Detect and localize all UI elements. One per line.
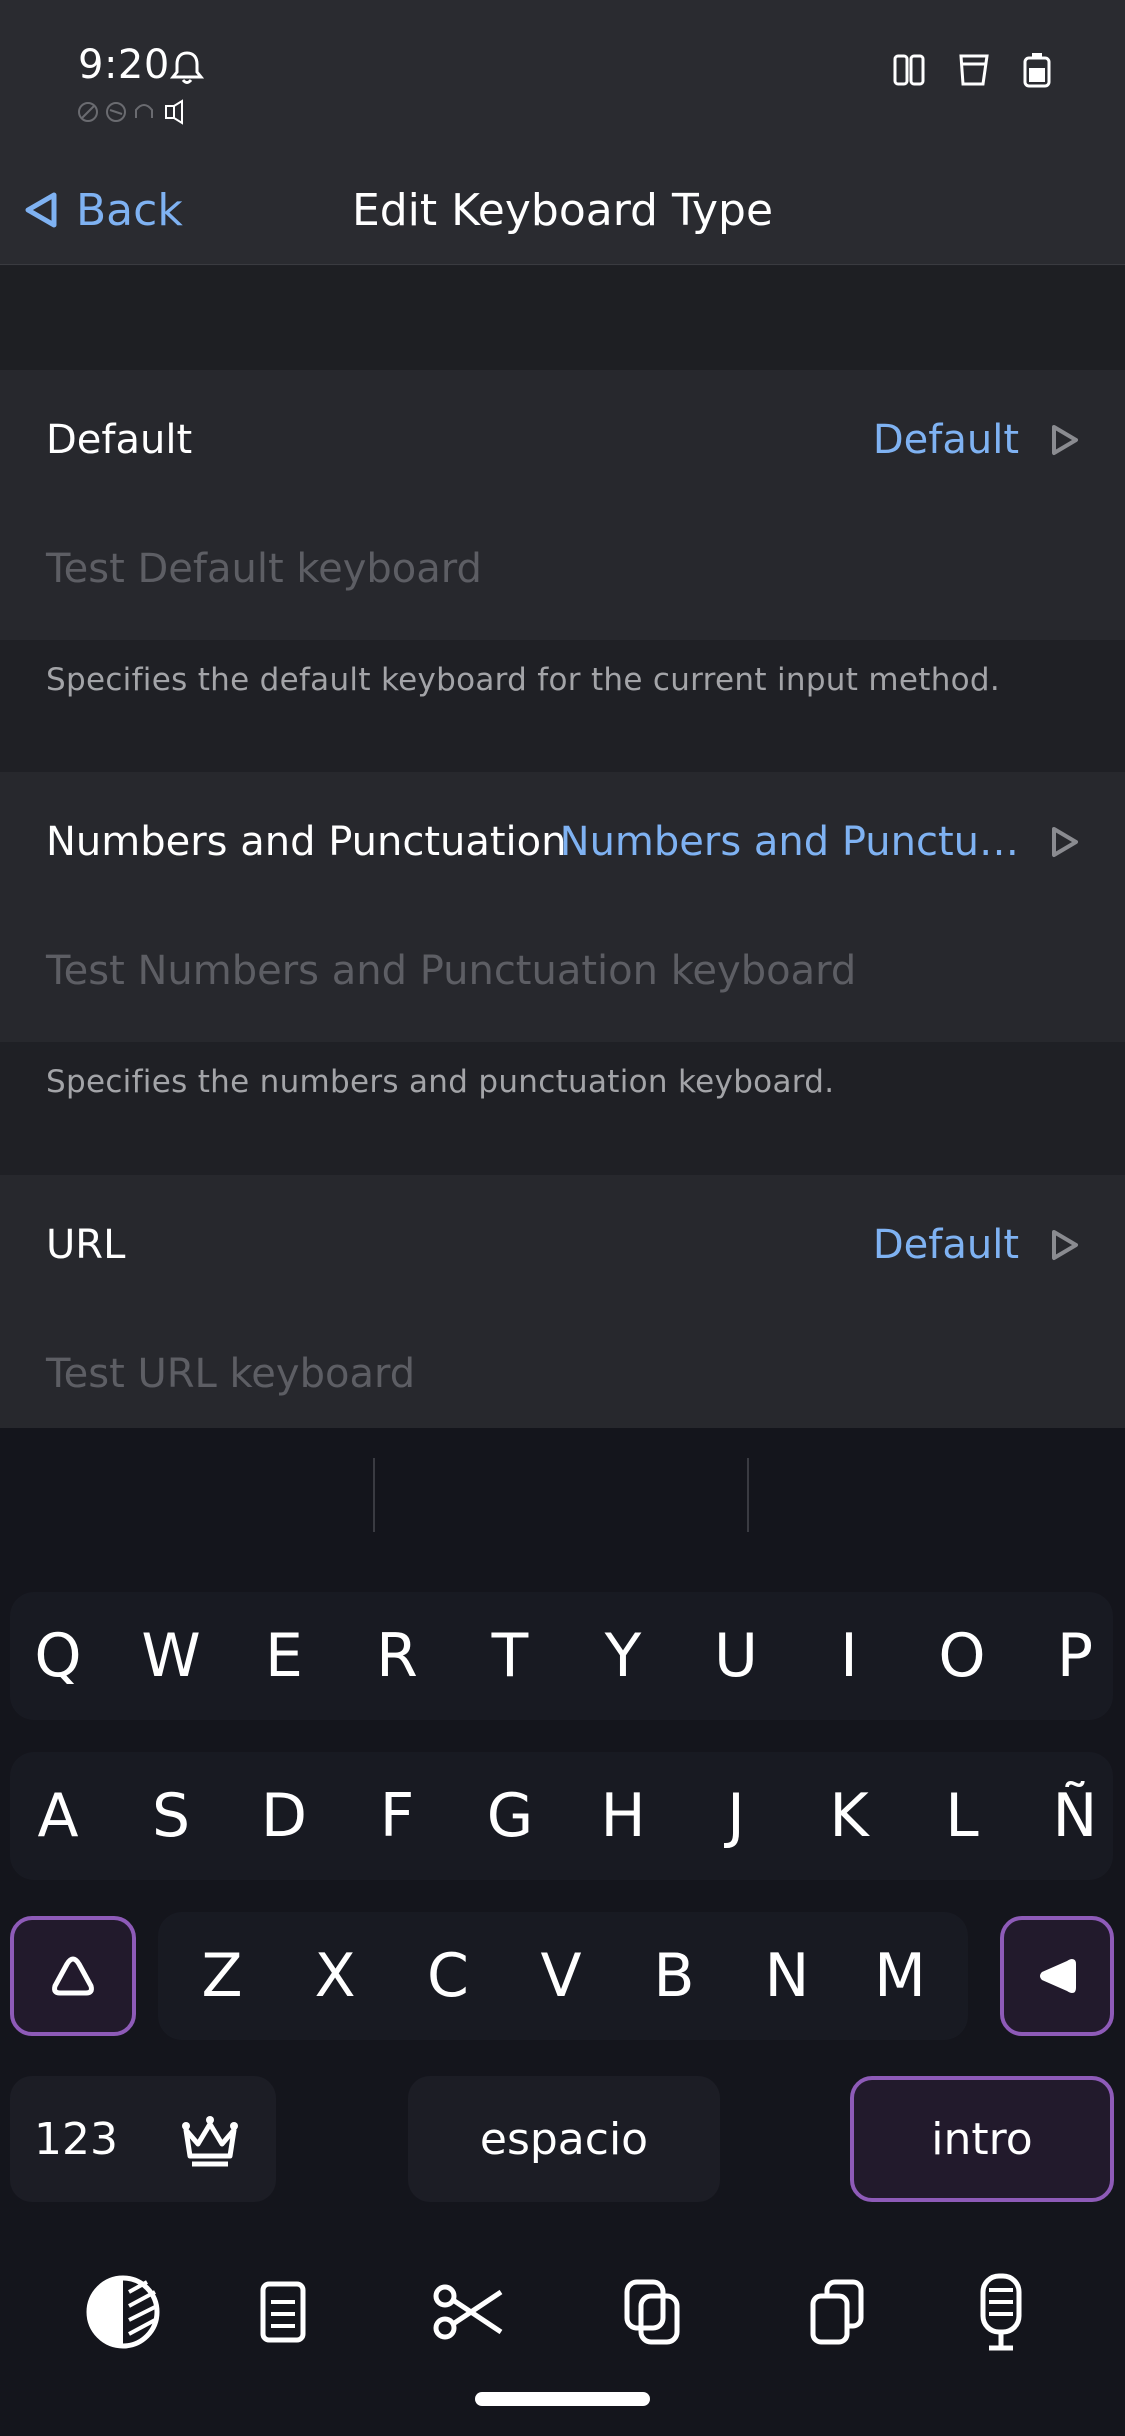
screen-rotate-icon (893, 54, 925, 86)
theme-button[interactable] (78, 2262, 168, 2362)
chevron-right-icon (1052, 1230, 1078, 1260)
clipboard-button[interactable] (238, 2262, 328, 2362)
key-row1-3[interactable]: R (341, 1596, 453, 1716)
section-url: URL Default Test URL keyboard (0, 1175, 1125, 1428)
backspace-icon (1040, 1959, 1076, 1993)
key-row1-7[interactable]: I (793, 1596, 905, 1716)
keyboard-type-row-numbers[interactable]: Numbers and Punctuation Numbers and Punc… (0, 772, 1125, 912)
key-row1-8[interactable]: O (906, 1596, 1018, 1716)
section-numbers-punctuation: Numbers and Punctuation Numbers and Punc… (0, 772, 1125, 1042)
status-right-icons (891, 50, 1055, 90)
test-input-url[interactable]: Test URL keyboard (46, 1351, 415, 1397)
enter-key[interactable]: intro (850, 2076, 1114, 2202)
key-row1-4[interactable]: T (454, 1596, 566, 1716)
test-input-numbers[interactable]: Test Numbers and Punctuation keyboard (46, 948, 856, 994)
key-row2-1[interactable]: S (115, 1756, 227, 1876)
status-notification-icons (78, 99, 183, 125)
status-time: 9:20 (78, 42, 170, 88)
battery-icon (1023, 53, 1051, 88)
key-row1-1[interactable]: W (115, 1596, 227, 1716)
paste-button[interactable] (792, 2262, 882, 2362)
shift-key[interactable] (10, 1916, 136, 2036)
key-row3-4[interactable]: B (618, 1916, 730, 2036)
space-key[interactable]: espacio (408, 2076, 720, 2202)
row-label: Numbers and Punctuation (46, 819, 567, 865)
space-key-label: espacio (479, 2113, 649, 2165)
back-button[interactable]: Back (22, 170, 183, 250)
cut-button[interactable] (424, 2262, 514, 2362)
key-row3-3[interactable]: V (505, 1916, 617, 2036)
top-spacer (0, 266, 1125, 370)
section-description-numbers: Specifies the numbers and punctuation ke… (46, 1064, 835, 1100)
chevron-right-icon (1052, 827, 1078, 857)
paste-icon (810, 2279, 864, 2345)
key-row1-2[interactable]: E (228, 1596, 340, 1716)
suggestion-divider (747, 1458, 749, 1532)
enter-key-label: intro (931, 2113, 1033, 2165)
cut-icon (433, 2284, 503, 2340)
row-label: URL (46, 1222, 126, 1268)
microphone-icon (980, 2273, 1022, 2351)
numbers-key-label: 123 (34, 2113, 118, 2165)
section-default: Default Default Test Default keyboard (0, 370, 1125, 640)
suggestion-divider (373, 1458, 375, 1532)
home-indicator[interactable] (475, 2392, 650, 2406)
row-value: Default (872, 417, 1019, 463)
theme-icon (86, 2275, 160, 2349)
key-row2-5[interactable]: H (567, 1756, 679, 1876)
key-row2-6[interactable]: J (680, 1756, 792, 1876)
key-row2-2[interactable]: D (228, 1756, 340, 1876)
back-label: Back (76, 184, 183, 236)
key-row2-9[interactable]: Ñ (1019, 1756, 1125, 1876)
key-row2-8[interactable]: L (906, 1756, 1018, 1876)
copy-button[interactable] (608, 2262, 698, 2362)
numbers-key[interactable]: 123 (10, 2076, 276, 2202)
shift-icon (52, 1956, 94, 1996)
navigation-bar: Edit Keyboard Type Back (0, 160, 1125, 265)
cup-icon (959, 54, 989, 86)
clipboard-icon (260, 2281, 306, 2343)
bell-icon (170, 51, 204, 84)
key-row2-4[interactable]: G (454, 1756, 566, 1876)
back-triangle-icon (25, 192, 57, 228)
keyboard-type-row-default[interactable]: Default Default (0, 370, 1125, 510)
key-row3-1[interactable]: X (279, 1916, 391, 2036)
test-input-default[interactable]: Test Default keyboard (46, 546, 482, 592)
backspace-key[interactable] (1000, 1916, 1114, 2036)
crown-icon (182, 2116, 238, 2167)
section-description-default: Specifies the default keyboard for the c… (46, 662, 1001, 698)
row-value: Numbers and Punctu… (559, 819, 1019, 865)
key-row1-5[interactable]: Y (567, 1596, 679, 1716)
key-row2-7[interactable]: K (793, 1756, 905, 1876)
copy-icon (624, 2279, 680, 2345)
key-row2-0[interactable]: A (2, 1756, 114, 1876)
key-row2-3[interactable]: F (341, 1756, 453, 1876)
microphone-button[interactable] (956, 2262, 1046, 2362)
key-row3-2[interactable]: C (392, 1916, 504, 2036)
chevron-right-icon (1052, 425, 1078, 455)
row-value: Default (872, 1222, 1019, 1268)
keyboard-type-row-url[interactable]: URL Default (0, 1175, 1125, 1315)
key-row1-6[interactable]: U (680, 1596, 792, 1716)
row-label: Default (46, 417, 193, 463)
key-row3-0[interactable]: Z (166, 1916, 278, 2036)
key-row1-9[interactable]: P (1019, 1596, 1125, 1716)
key-row1-0[interactable]: Q (2, 1596, 114, 1716)
status-bar: 9:20 (0, 0, 1125, 160)
key-row3-5[interactable]: N (731, 1916, 843, 2036)
key-row3-6[interactable]: M (844, 1916, 956, 2036)
